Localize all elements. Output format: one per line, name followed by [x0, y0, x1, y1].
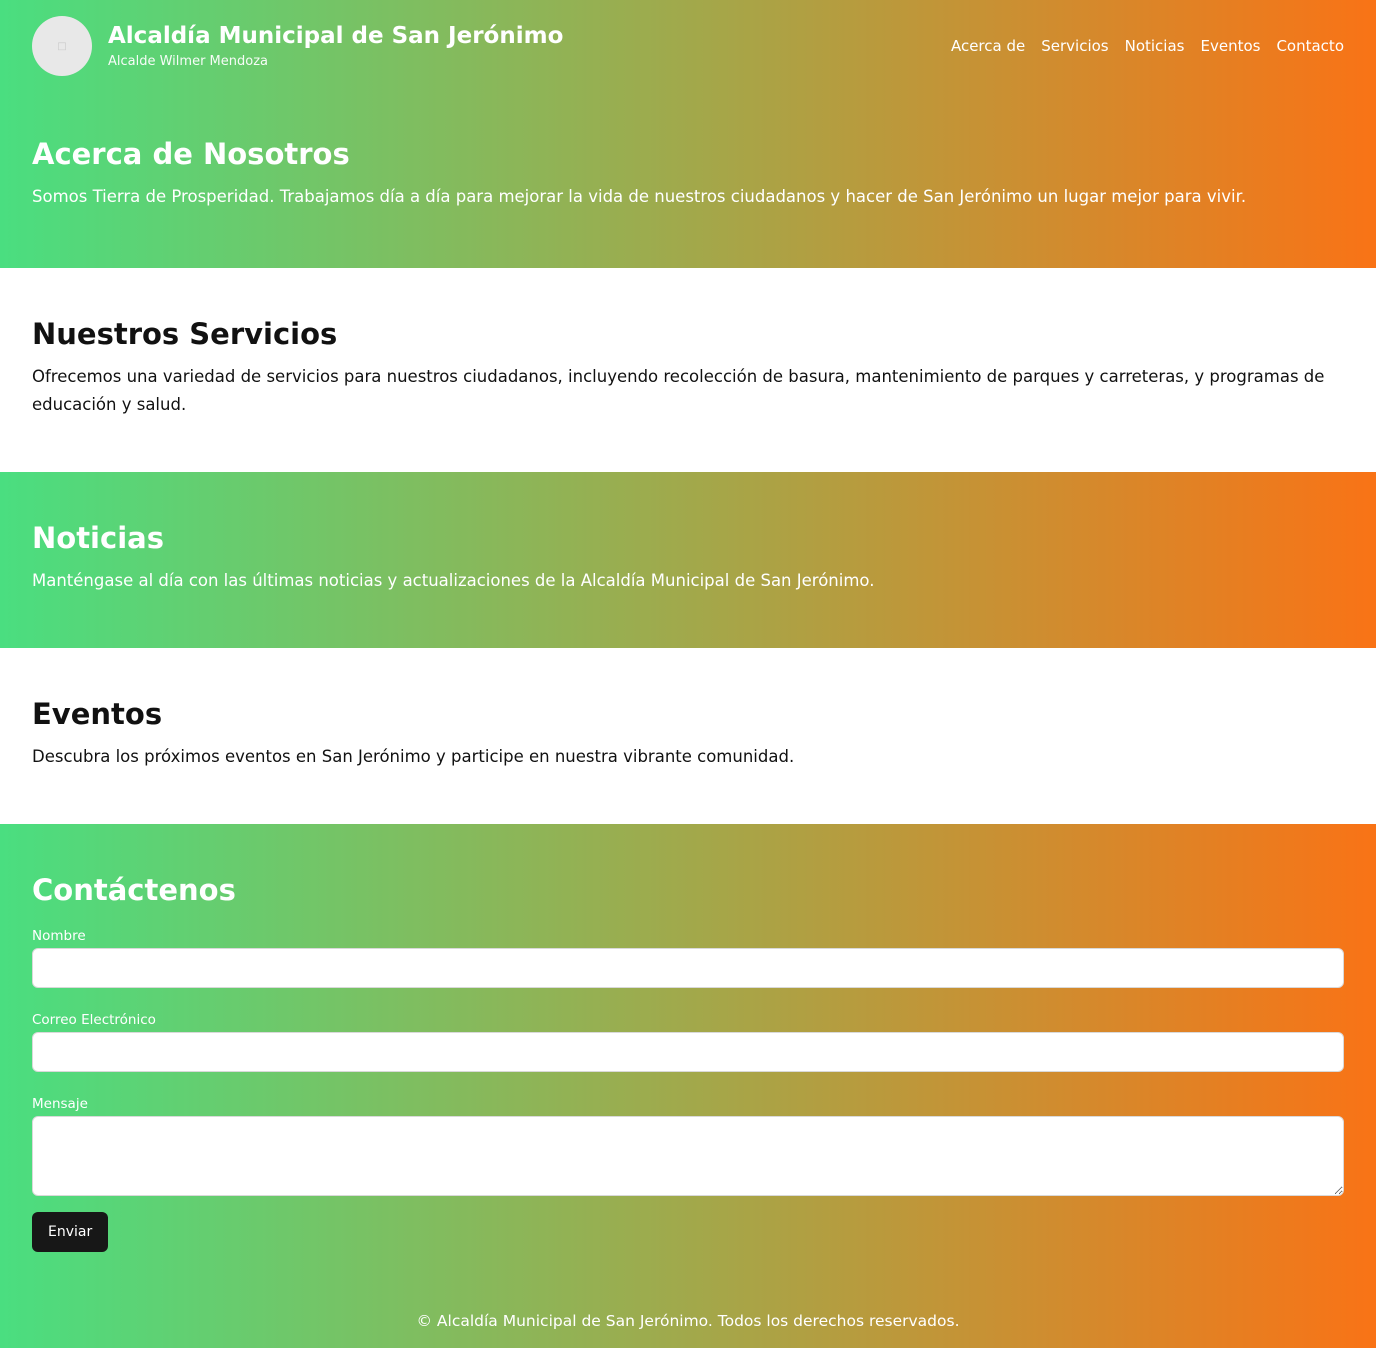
- message-label: Mensaje: [32, 1096, 88, 1112]
- events-section: Eventos Descubra los próximos eventos en…: [0, 648, 1376, 824]
- news-title: Noticias: [32, 521, 164, 555]
- email-label: Correo Electrónico: [32, 1012, 156, 1028]
- news-text: Manténgase al día con las últimas notici…: [32, 571, 875, 590]
- services-text: Ofrecemos una variedad de servicios para…: [32, 367, 1325, 414]
- mayor-subtitle: Alcalde Wilmer Mendoza: [108, 53, 268, 69]
- message-textarea[interactable]: [32, 1116, 1344, 1196]
- main-nav: Acerca de Servicios Noticias Eventos Con…: [935, 37, 1344, 55]
- site-title: Alcaldía Municipal de San Jerónimo: [108, 22, 564, 49]
- news-section: Noticias Manténgase al día con las últim…: [0, 472, 1376, 648]
- logo-placeholder-icon: □: [32, 16, 92, 76]
- nav-link-events[interactable]: Eventos: [1200, 37, 1260, 55]
- nav-link-about[interactable]: Acerca de: [951, 37, 1025, 55]
- contact-section: Contáctenos Nombre Correo Electrónico Me…: [0, 824, 1376, 1348]
- site-header: □ Alcaldía Municipal de San Jerónimo Alc…: [32, 0, 1344, 92]
- nav-link-services[interactable]: Servicios: [1041, 37, 1108, 55]
- contact-form: Nombre Correo Electrónico Mensaje Enviar: [32, 928, 1344, 1252]
- services-section: Nuestros Servicios Ofrecemos una varieda…: [0, 268, 1376, 472]
- events-text: Descubra los próximos eventos en San Jer…: [32, 747, 795, 766]
- contact-title: Contáctenos: [32, 873, 236, 907]
- email-field-group: Correo Electrónico: [32, 1012, 1344, 1072]
- submit-button[interactable]: Enviar: [32, 1212, 109, 1252]
- about-title: Acerca de Nosotros: [32, 137, 350, 171]
- name-field-group: Nombre: [32, 928, 1344, 988]
- nav-link-news[interactable]: Noticias: [1125, 37, 1185, 55]
- email-input[interactable]: [32, 1032, 1344, 1072]
- about-section: Acerca de Nosotros Somos Tierra de Prosp…: [32, 92, 1344, 211]
- nav-link-contact[interactable]: Contacto: [1276, 37, 1344, 55]
- message-field-group: Mensaje: [32, 1096, 1344, 1196]
- hero-block: □ Alcaldía Municipal de San Jerónimo Alc…: [0, 0, 1376, 268]
- site-footer: © Alcaldía Municipal de San Jerónimo. To…: [0, 1312, 1376, 1330]
- name-input[interactable]: [32, 948, 1344, 988]
- services-title: Nuestros Servicios: [32, 317, 338, 351]
- brand-text: Alcaldía Municipal de San Jerónimo Alcal…: [108, 22, 563, 71]
- about-text: Somos Tierra de Prosperidad. Trabajamos …: [32, 187, 1247, 206]
- brand: □ Alcaldía Municipal de San Jerónimo Alc…: [32, 16, 563, 76]
- copyright-text: © Alcaldía Municipal de San Jerónimo. To…: [416, 1312, 960, 1330]
- events-title: Eventos: [32, 697, 163, 731]
- name-label: Nombre: [32, 928, 86, 944]
